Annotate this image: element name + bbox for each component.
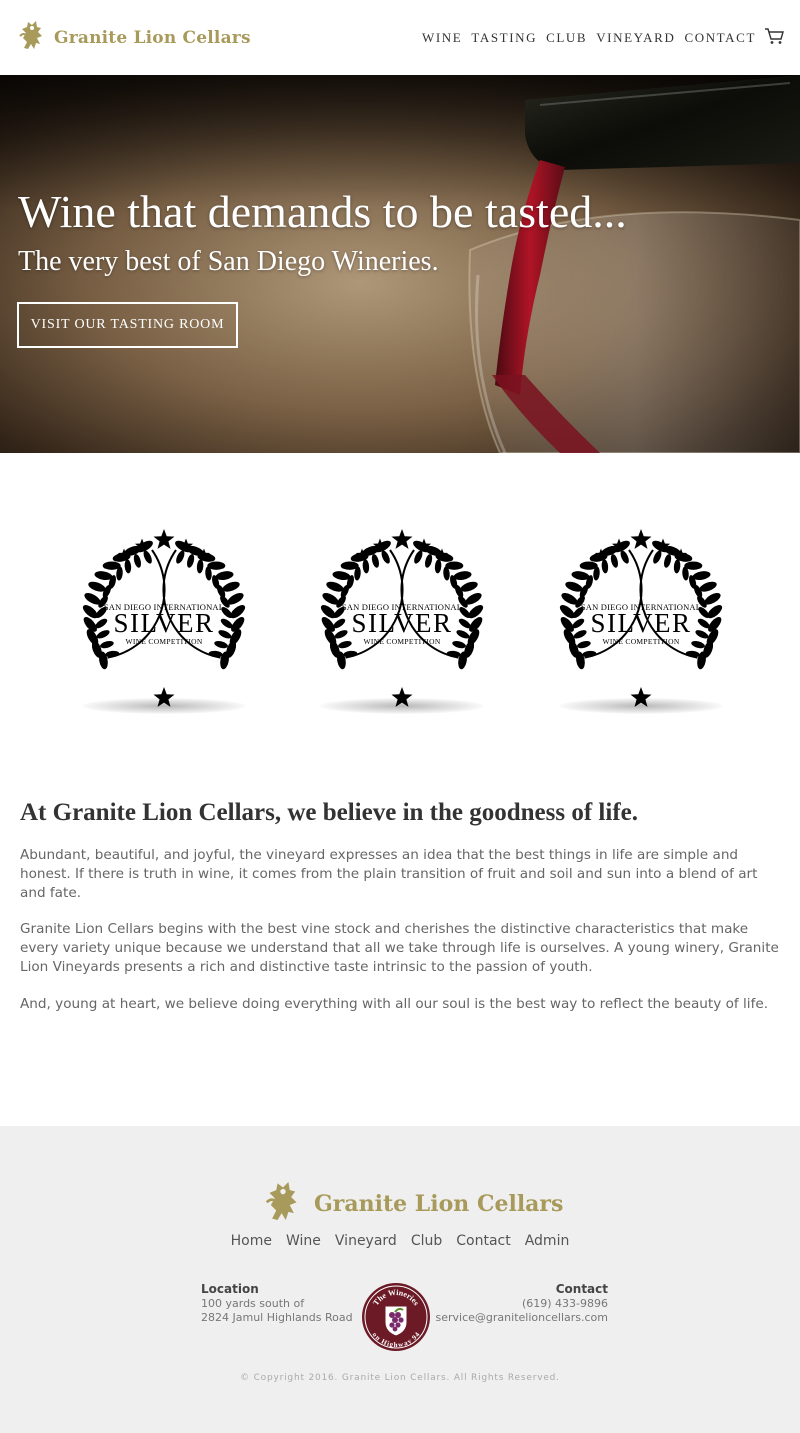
footer-brand-name: Granite Lion Cellars <box>314 1190 564 1217</box>
awards-section: SAN DIEGO INTERNATIONAL SILVER WINE COMP… <box>0 520 800 720</box>
award-shadow <box>320 698 484 714</box>
award-badge: SAN DIEGO INTERNATIONAL SILVER WINE COMP… <box>74 520 254 720</box>
location-heading: Location <box>201 1282 259 1296</box>
lion-icon <box>18 18 46 57</box>
nav-tasting[interactable]: TASTING <box>471 30 537 46</box>
location-line: 2824 Jamul Highlands Road <box>201 1311 353 1324</box>
footer-link-club[interactable]: Club <box>411 1233 442 1249</box>
wineries-highway-94-badge[interactable]: The Wineries on Highway 94 <box>361 1282 431 1357</box>
about-paragraph: And, young at heart, we believe doing ev… <box>20 996 769 1012</box>
nav-wine[interactable]: WINE <box>422 30 462 46</box>
award-medal: SILVER <box>351 608 453 638</box>
contact-email[interactable]: service@granitelioncellars.com <box>436 1311 608 1325</box>
copyright-text: © Copyright 2016. Granite Lion Cellars. … <box>240 1373 560 1383</box>
footer-brand-logo[interactable]: Granite Lion Cellars <box>264 1178 563 1229</box>
award-medal: SILVER <box>113 608 215 638</box>
brand-logo[interactable]: Granite Lion Cellars <box>18 18 251 57</box>
about-paragraph: Abundant, beautiful, and joyful, the vin… <box>20 847 758 901</box>
about-heading: At Granite Lion Cellars, we believe in t… <box>20 799 638 826</box>
main-nav: WINE TASTING CLUB VINEYARD CONTACT <box>413 30 756 46</box>
contact-phone[interactable]: (619) 433-9896 <box>436 1297 608 1311</box>
award-competition: WINE COMPETITION <box>602 637 680 646</box>
award-badge: SAN DIEGO INTERNATIONAL SILVER WINE COMP… <box>312 520 492 720</box>
cart-icon[interactable] <box>764 27 784 50</box>
brand-name: Granite Lion Cellars <box>54 27 251 48</box>
footer-link-wine[interactable]: Wine <box>286 1233 321 1249</box>
award-shadow <box>559 698 723 714</box>
award-medal: SILVER <box>590 608 692 638</box>
nav-club[interactable]: CLUB <box>546 30 587 46</box>
footer-link-admin[interactable]: Admin <box>525 1233 570 1249</box>
about-paragraph: Granite Lion Cellars begins with the bes… <box>20 921 779 975</box>
visit-tasting-room-button[interactable]: VISIT OUR TASTING ROOM <box>17 302 238 348</box>
footer-nav: Home Wine Vineyard Club Contact Admin <box>0 1233 800 1249</box>
hero-banner: Wine that demands to be tasted... The ve… <box>0 75 800 453</box>
site-header: Granite Lion Cellars WINE TASTING CLUB V… <box>0 0 800 75</box>
site-footer: Granite Lion Cellars Home Wine Vineyard … <box>0 1126 800 1433</box>
footer-location: Location 100 yards south of 2824 Jamul H… <box>201 1282 353 1325</box>
location-line: 100 yards south of <box>201 1297 305 1310</box>
award-competition: WINE COMPETITION <box>125 637 203 646</box>
footer-contact: Contact (619) 433-9896 service@graniteli… <box>436 1282 608 1325</box>
nav-contact[interactable]: CONTACT <box>684 30 756 46</box>
hero-subtitle: The very best of San Diego Wineries. <box>18 246 439 277</box>
award-badge: SAN DIEGO INTERNATIONAL SILVER WINE COMP… <box>551 520 731 720</box>
contact-heading: Contact <box>555 1282 608 1296</box>
award-competition: WINE COMPETITION <box>363 637 441 646</box>
hero-title: Wine that demands to be tasted... <box>18 186 627 237</box>
award-shadow <box>82 698 246 714</box>
footer-link-home[interactable]: Home <box>231 1233 272 1249</box>
lion-icon <box>264 1178 302 1229</box>
nav-vineyard[interactable]: VINEYARD <box>596 30 675 46</box>
footer-link-vineyard[interactable]: Vineyard <box>335 1233 397 1249</box>
footer-link-contact[interactable]: Contact <box>456 1233 510 1249</box>
